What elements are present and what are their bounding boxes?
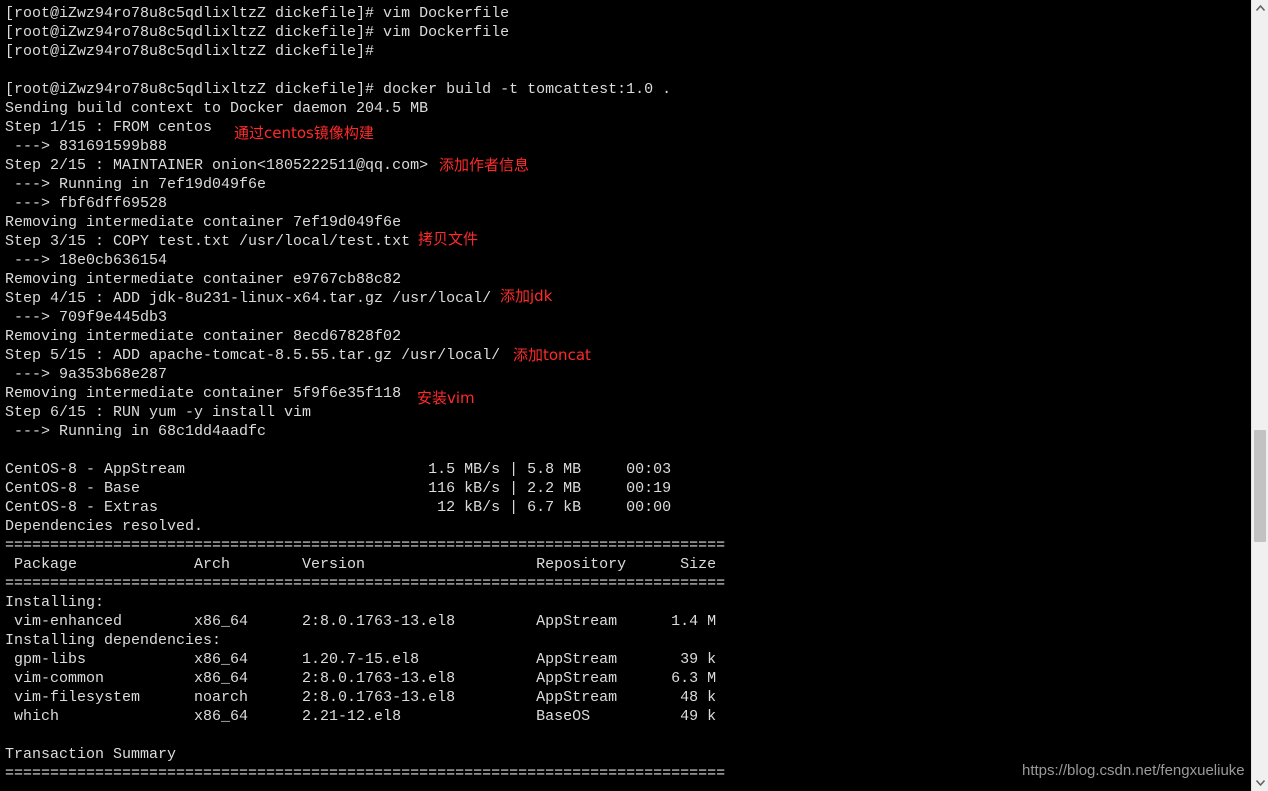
annotation-from-centos: 通过centos镜像构建	[234, 124, 374, 142]
scroll-up-arrow-icon[interactable]	[1252, 0, 1268, 16]
terminal-line: vim-common x86_64 2:8.0.1763-13.el8 AppS…	[5, 670, 717, 687]
terminal-window[interactable]: [root@iZwz94ro78u8c5qdlixltzZ dickefile]…	[0, 0, 1251, 791]
annotation-add-jdk: 添加jdk	[500, 287, 553, 305]
terminal-line: ========================================…	[5, 765, 726, 782]
terminal-line: Step 4/15 : ADD jdk-8u231-linux-x64.tar.…	[5, 290, 492, 307]
terminal-line: vim-filesystem noarch 2:8.0.1763-13.el8 …	[5, 689, 717, 706]
terminal-line: Installing dependencies:	[5, 632, 222, 649]
terminal-line: ---> Running in 7ef19d049f6e	[5, 176, 267, 193]
terminal-line: [root@iZwz94ro78u8c5qdlixltzZ dickefile]…	[5, 5, 510, 22]
terminal-line: Removing intermediate container 7ef19d04…	[5, 214, 402, 231]
terminal-line: ---> 709f9e445db3	[5, 309, 168, 326]
terminal-line: Step 2/15 : MAINTAINER onion<1805222511@…	[5, 157, 429, 174]
terminal-line: Step 5/15 : ADD apache-tomcat-8.5.55.tar…	[5, 347, 501, 364]
scrollbar-thumb[interactable]	[1254, 430, 1266, 542]
terminal-line: [root@iZwz94ro78u8c5qdlixltzZ dickefile]…	[5, 81, 672, 98]
annotation-install-vim: 安装vim	[417, 389, 475, 407]
terminal-line: ========================================…	[5, 575, 726, 592]
terminal-line: Sending build context to Docker daemon 2…	[5, 100, 429, 117]
terminal-line: [root@iZwz94ro78u8c5qdlixltzZ dickefile]…	[5, 43, 375, 60]
annotation-copy-file: 拷贝文件	[418, 230, 479, 248]
annotation-maintainer: 添加作者信息	[439, 156, 530, 174]
terminal-line: Step 3/15 : COPY test.txt /usr/local/tes…	[5, 233, 411, 250]
terminal-line: Step 6/15 : RUN yum -y install vim	[5, 404, 312, 421]
terminal-line: CentOS-8 - Extras 12 kB/s | 6.7 kB 00:00	[5, 499, 672, 516]
terminal-line: ---> 18e0cb636154	[5, 252, 168, 269]
terminal-line: Package Arch Version Repository Size	[5, 556, 717, 573]
vertical-scrollbar[interactable]	[1251, 0, 1268, 791]
terminal-line: Removing intermediate container 5f9f6e35…	[5, 385, 402, 402]
terminal-line: Installing:	[5, 594, 105, 611]
terminal-line: which x86_64 2.21-12.el8 BaseOS 49 k	[5, 708, 717, 725]
terminal-line: ---> Running in 68c1dd4aadfc	[5, 423, 267, 440]
terminal-line: [root@iZwz94ro78u8c5qdlixltzZ dickefile]…	[5, 24, 510, 41]
terminal-line: CentOS-8 - Base 116 kB/s | 2.2 MB 00:19	[5, 480, 672, 497]
terminal-line: ========================================…	[5, 537, 726, 554]
terminal-line: vim-enhanced x86_64 2:8.0.1763-13.el8 Ap…	[5, 613, 717, 630]
terminal-line: Dependencies resolved.	[5, 518, 204, 535]
terminal-line: Removing intermediate container 8ecd6782…	[5, 328, 402, 345]
terminal-line: gpm-libs x86_64 1.20.7-15.el8 AppStream …	[5, 651, 717, 668]
terminal-output: [root@iZwz94ro78u8c5qdlixltzZ dickefile]…	[5, 4, 725, 783]
terminal-line: Removing intermediate container e9767cb8…	[5, 271, 402, 288]
terminal-line: ---> 9a353b68e287	[5, 366, 168, 383]
scroll-down-arrow-icon[interactable]	[1252, 775, 1268, 791]
terminal-line: ---> fbf6dff69528	[5, 195, 168, 212]
terminal-line: CentOS-8 - AppStream 1.5 MB/s | 5.8 MB 0…	[5, 461, 672, 478]
watermark-url: https://blog.csdn.net/fengxueliuke	[1022, 762, 1245, 779]
annotation-add-tomcat: 添加toncat	[513, 346, 591, 364]
terminal-line: Transaction Summary	[5, 746, 177, 763]
